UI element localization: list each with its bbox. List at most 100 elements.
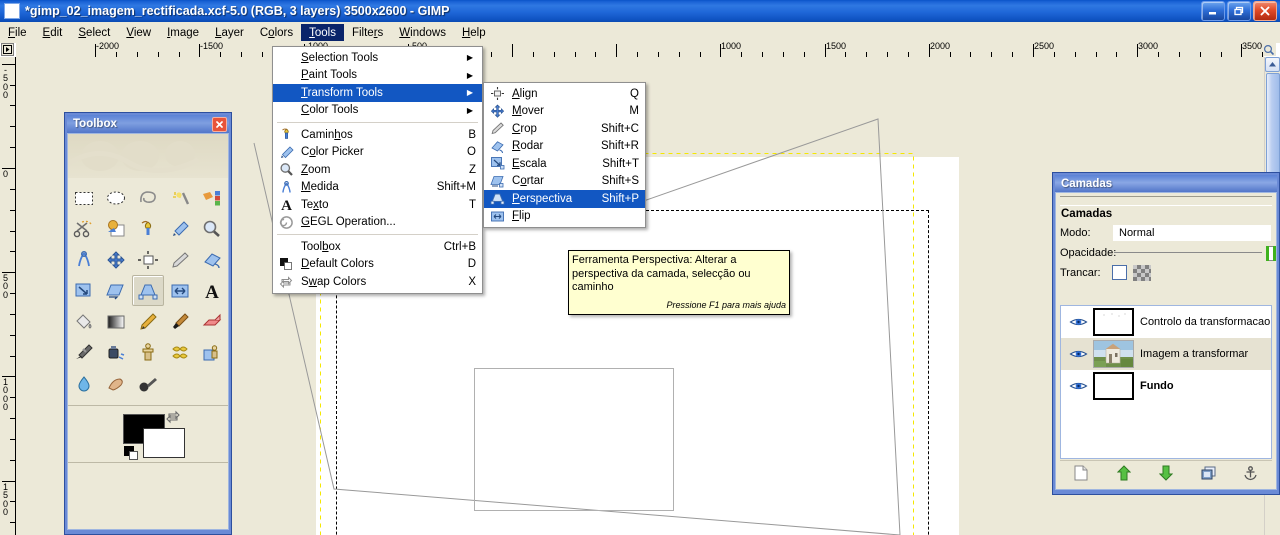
dockable-tab-strip[interactable] (1060, 196, 1272, 206)
menu-item-caminhos[interactable]: Caminhos B (273, 126, 482, 144)
tool-perspective-clone[interactable] (196, 337, 228, 368)
menu-select[interactable]: Select (70, 24, 118, 41)
tool-pencil[interactable] (132, 306, 164, 337)
layer-visibility-toggle[interactable] (1063, 348, 1093, 360)
menu-item-default-colors[interactable]: Default Colors D (273, 256, 482, 274)
anchor-layer-button[interactable] (1238, 463, 1264, 483)
minimize-button[interactable] (1201, 1, 1225, 21)
ruler-origin-button[interactable] (1, 43, 14, 56)
raise-layer-button[interactable] (1111, 463, 1137, 483)
tool-gradient[interactable] (100, 306, 132, 337)
lower-layer-button[interactable] (1153, 463, 1179, 483)
menu-colors[interactable]: Colors (252, 24, 301, 41)
lock-pixels-checkbox[interactable] (1112, 265, 1127, 280)
mode-select[interactable]: Normal (1112, 223, 1272, 242)
menu-item-zoom[interactable]: Zoom Z (273, 161, 482, 179)
close-button[interactable] (1253, 1, 1277, 21)
transform-tools-submenu[interactable]: Align Q Mover M Crop Shift+C Rodar Shift… (483, 82, 646, 228)
table-row[interactable]: Controlo da transformacao (1061, 306, 1271, 338)
tools-dropdown-menu[interactable]: Selection Tools ▶ Paint Tools ▶ Transfor… (272, 46, 483, 294)
tool-eraser[interactable] (196, 306, 228, 337)
tool-free-select[interactable] (132, 182, 164, 213)
toolbox-window[interactable]: Toolbox A (64, 112, 232, 535)
layers-list[interactable]: Controlo da transformacao Imagem a trans… (1060, 305, 1272, 459)
tool-bucket-fill[interactable] (68, 306, 100, 337)
tool-zoom[interactable] (196, 213, 228, 244)
tool-align[interactable] (132, 244, 164, 275)
duplicate-layer-button[interactable] (1195, 463, 1221, 483)
tool-shear[interactable] (100, 275, 132, 306)
restore-button[interactable] (1227, 1, 1251, 21)
tool-measure[interactable] (68, 244, 100, 275)
tool-smudge[interactable] (100, 368, 132, 399)
menu-item-selection-tools[interactable]: Selection Tools ▶ (273, 49, 482, 67)
tool-blur-sharpen[interactable] (68, 368, 100, 399)
menu-item-gegl-operation[interactable]: GEGL Operation... (273, 214, 482, 232)
menu-windows[interactable]: Windows (391, 24, 454, 41)
layer-thumbnail[interactable] (1093, 308, 1134, 336)
tool-paths[interactable] (132, 213, 164, 244)
horizontal-ruler[interactable]: -2000-1500-1000-500100015002000250030003… (16, 42, 1264, 58)
tool-flip[interactable] (164, 275, 196, 306)
menu-item-texto[interactable]: A Texto T (273, 196, 482, 214)
layer-visibility-toggle[interactable] (1063, 380, 1093, 392)
table-row[interactable]: Fundo (1061, 370, 1271, 402)
zoom-image-button[interactable] (1262, 43, 1276, 56)
tool-clone[interactable] (132, 337, 164, 368)
tool-color-picker[interactable] (164, 213, 196, 244)
menu-item-swap-colors[interactable]: Swap Colors X (273, 273, 482, 291)
background-color-swatch[interactable] (143, 428, 185, 458)
menu-item-color-tools[interactable]: Color Tools ▶ (273, 102, 482, 120)
tool-rotate[interactable] (196, 244, 228, 275)
tool-paintbrush[interactable] (164, 306, 196, 337)
vertical-ruler[interactable]: -500 0 500 1000 1500 (0, 57, 16, 535)
submenu-item-flip[interactable]: Flip (484, 208, 645, 226)
layers-dialog[interactable]: Camadas Camadas Modo: Normal Opacidade: … (1052, 172, 1280, 495)
tool-text[interactable]: A (196, 275, 228, 306)
menu-file[interactable]: File (0, 24, 35, 41)
tool-fuzzy-select[interactable] (164, 182, 196, 213)
tool-dodge-burn[interactable] (132, 368, 164, 399)
menu-layer[interactable]: Layer (207, 24, 252, 41)
menu-item-medida[interactable]: Medida Shift+M (273, 179, 482, 197)
tool-select-by-color[interactable] (196, 182, 228, 213)
submenu-item-perspectiva[interactable]: Perspectiva Shift+P (484, 190, 645, 208)
tool-crop[interactable] (164, 244, 196, 275)
menu-item-toolbox[interactable]: Toolbox Ctrl+B (273, 238, 482, 256)
menu-tools[interactable]: Tools (301, 23, 344, 41)
window-titlebar[interactable]: *gimp_02_imagem_rectificada.xcf-5.0 (RGB… (0, 0, 1280, 22)
opacity-slider[interactable] (1112, 245, 1276, 261)
lock-alpha-icon[interactable] (1133, 264, 1151, 281)
scroll-up-button[interactable] (1265, 57, 1280, 72)
swap-colors-icon[interactable] (166, 410, 180, 427)
submenu-item-cortar[interactable]: Cortar Shift+S (484, 173, 645, 191)
tool-move[interactable] (100, 244, 132, 275)
tool-rect-select[interactable] (68, 182, 100, 213)
menu-image[interactable]: Image (159, 24, 207, 41)
tool-perspective[interactable] (132, 275, 164, 306)
toolbox-titlebar[interactable]: Toolbox (67, 115, 229, 133)
submenu-item-escala[interactable]: Escala Shift+T (484, 155, 645, 173)
layer-thumbnail[interactable] (1093, 340, 1134, 368)
layer-thumbnail[interactable] (1093, 372, 1134, 400)
wilber-drop-area[interactable] (68, 134, 228, 178)
tool-ellipse-select[interactable] (100, 182, 132, 213)
table-row[interactable]: Imagem a transformar (1061, 338, 1271, 370)
new-layer-button[interactable] (1068, 463, 1094, 483)
menu-item-paint-tools[interactable]: Paint Tools ▶ (273, 67, 482, 85)
menu-item-transform-tools[interactable]: Transform Tools ▶ (273, 84, 482, 102)
tool-ink[interactable] (100, 337, 132, 368)
tool-foreground-select[interactable] (100, 213, 132, 244)
tool-heal[interactable] (164, 337, 196, 368)
menu-filters[interactable]: Filters (344, 24, 391, 41)
menu-item-color-picker[interactable]: Color Picker O (273, 144, 482, 162)
submenu-item-rodar[interactable]: Rodar Shift+R (484, 138, 645, 156)
default-colors-icon[interactable] (124, 446, 139, 464)
tool-scale[interactable] (68, 275, 100, 306)
menu-edit[interactable]: Edit (35, 24, 71, 41)
tool-scissors-select[interactable] (68, 213, 100, 244)
menu-help[interactable]: Help (454, 24, 494, 41)
submenu-item-mover[interactable]: Mover M (484, 103, 645, 121)
toolbox-close-button[interactable] (212, 116, 227, 132)
layer-visibility-toggle[interactable] (1063, 316, 1093, 328)
